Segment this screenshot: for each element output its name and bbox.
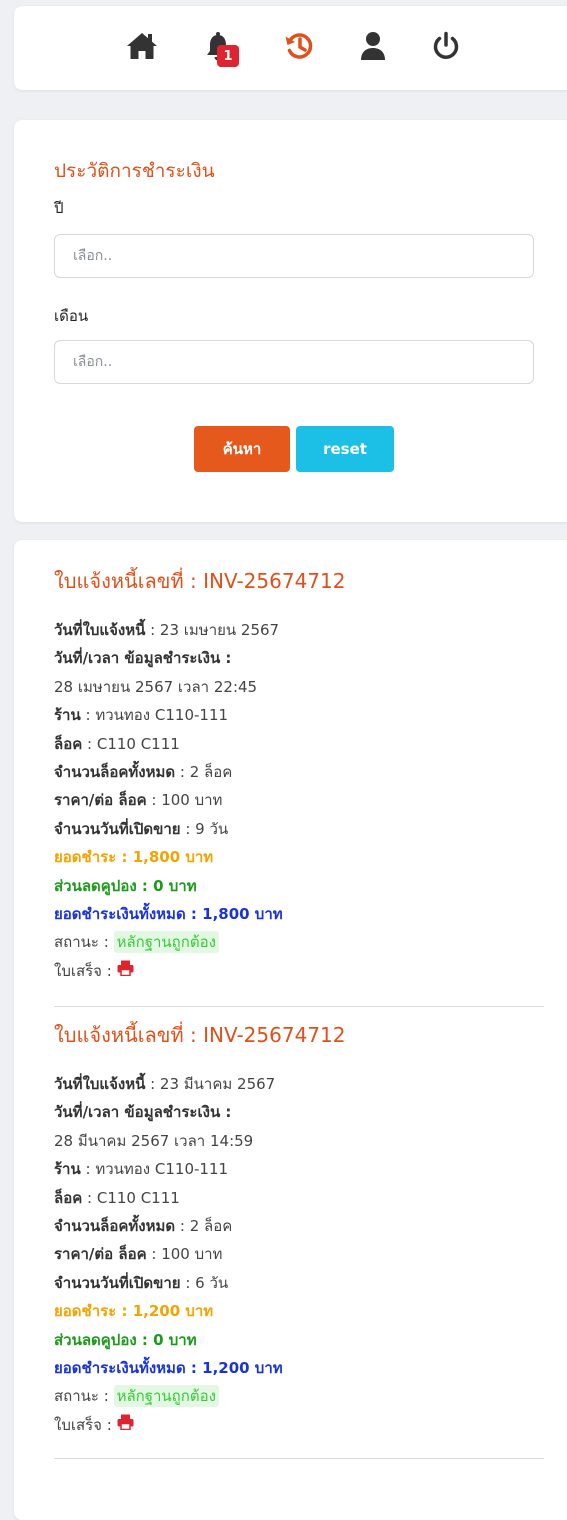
open-days-label: จำนวนวันที่เปิดขาย: [54, 1273, 181, 1292]
invoice-item: ใบแจ้งหนี้เลขที่ : INV-25674712 วันที่ใบ…: [54, 566, 544, 985]
month-select-placeholder: เลือก..: [73, 354, 113, 370]
price-value: : 100 บาท: [146, 791, 223, 810]
invoice-date-row: วันที่ใบแจ้งหนี้ : 23 มีนาคม 2567: [54, 1070, 544, 1098]
price-value: : 100 บาท: [146, 1245, 223, 1264]
total-paid: ยอดชำระเงินทั้งหมด : 1,800 บาท: [54, 904, 283, 923]
price-label: ราคา/ต่อ ล็อค: [54, 1245, 147, 1264]
shop-row: ร้าน : ทวนทอง C110-111: [54, 1155, 544, 1183]
open-days-label: จำนวนวันที่เปิดขาย: [54, 819, 181, 838]
history-icon[interactable]: [279, 26, 319, 66]
invoice-date-row: วันที่ใบแจ้งหนี้ : 23 เมษายน 2567: [54, 616, 544, 644]
lock-row: ล็อค : C110 C111: [54, 730, 544, 758]
printer-icon[interactable]: [117, 1411, 134, 1439]
invoice-divider: [54, 1006, 544, 1007]
status-label: สถานะ :: [54, 933, 114, 952]
reset-button[interactable]: reset: [296, 426, 394, 472]
open-days-row: จำนวนวันที่เปิดขาย : 6 วัน: [54, 1269, 544, 1297]
payment-history-form: ประวัติการชำระเงิน ปี เลือก.. เดือน เลือ…: [14, 120, 567, 522]
invoice-date-value: : 23 เมษายน 2567: [145, 621, 280, 639]
price-label: ราคา/ต่อ ล็อค: [54, 791, 147, 810]
year-label: ปี: [54, 199, 64, 217]
invoice-list: ใบแจ้งหนี้เลขที่ : INV-25674712 วันที่ใบ…: [14, 540, 567, 1520]
payment-datetime-value: 28 เมษายน 2567 เวลา 22:45: [54, 677, 258, 696]
year-select-placeholder: เลือก..: [73, 248, 113, 264]
open-days-value: : 6 วัน: [180, 1273, 229, 1292]
status-row: สถานะ : หลักฐานถูกต้อง: [54, 928, 544, 956]
payment-datetime-label-row: วันที่/เวลา ข้อมูลชำระเงิน :: [54, 1098, 544, 1126]
total-locks-row: จำนวนล็อคทั้งหมด : 2 ล็อค: [54, 1212, 544, 1240]
status-label: สถานะ :: [54, 1387, 114, 1406]
top-nav-bar: 1: [14, 6, 567, 90]
payment-datetime-label: วันที่/เวลา ข้อมูลชำระเงิน :: [54, 1103, 232, 1122]
notification-badge: 1: [217, 45, 239, 67]
status-row: สถานะ : หลักฐานถูกต้อง: [54, 1382, 544, 1410]
receipt-label: ใบเสร็จ :: [54, 961, 117, 980]
total-locks-value: : 2 ล็อค: [175, 1216, 233, 1235]
power-icon[interactable]: [426, 26, 466, 66]
amount-due: ยอดชำระ : 1,800 บาท: [54, 848, 214, 867]
shop-value: : ทวนทอง C110-111: [80, 1160, 229, 1179]
lock-value: : C110 C111: [82, 734, 180, 753]
status-badge: หลักฐานถูกต้อง: [113, 931, 219, 954]
total-locks-value: : 2 ล็อค: [175, 762, 233, 781]
lock-label: ล็อค: [54, 1188, 83, 1207]
total-locks-label: จำนวนล็อคทั้งหมด: [54, 762, 176, 781]
lock-value: : C110 C111: [82, 1188, 180, 1207]
printer-icon[interactable]: [117, 957, 134, 985]
lock-label: ล็อค: [54, 734, 83, 753]
receipt-row: ใบเสร็จ :: [54, 1411, 544, 1439]
price-row: ราคา/ต่อ ล็อค : 100 บาท: [54, 1240, 544, 1268]
lock-row: ล็อค : C110 C111: [54, 1184, 544, 1212]
total-locks-label: จำนวนล็อคทั้งหมด: [54, 1216, 176, 1235]
total-locks-row: จำนวนล็อคทั้งหมด : 2 ล็อค: [54, 758, 544, 786]
year-select[interactable]: เลือก..: [54, 234, 534, 278]
price-row: ราคา/ต่อ ล็อค : 100 บาท: [54, 786, 544, 814]
shop-label: ร้าน: [54, 706, 81, 725]
shop-value: : ทวนทอง C110-111: [80, 706, 229, 725]
payment-datetime-label-row: วันที่/เวลา ข้อมูลชำระเงิน :: [54, 644, 544, 672]
coupon-discount: ส่วนลดคูปอง : 0 บาท: [54, 1330, 197, 1349]
coupon-discount: ส่วนลดคูปอง : 0 บาท: [54, 876, 197, 895]
receipt-row: ใบเสร็จ :: [54, 957, 544, 985]
status-badge: หลักฐานถูกต้อง: [113, 1385, 219, 1408]
month-select[interactable]: เลือก..: [54, 340, 534, 384]
invoice-number: ใบแจ้งหนี้เลขที่ : INV-25674712: [54, 1023, 346, 1047]
invoice-number: ใบแจ้งหนี้เลขที่ : INV-25674712: [54, 569, 346, 593]
amount-due: ยอดชำระ : 1,200 บาท: [54, 1302, 214, 1321]
invoice-date-value: : 23 มีนาคม 2567: [145, 1075, 276, 1093]
payment-datetime-label: วันที่/เวลา ข้อมูลชำระเงิน :: [54, 649, 232, 668]
receipt-label: ใบเสร็จ :: [54, 1415, 117, 1434]
invoice-item: ใบแจ้งหนี้เลขที่ : INV-25674712 วันที่ใบ…: [54, 1020, 544, 1439]
invoice-divider: [54, 1458, 544, 1459]
invoice-date-label: วันที่ใบแจ้งหนี้: [54, 621, 146, 639]
open-days-row: จำนวนวันที่เปิดขาย : 9 วัน: [54, 815, 544, 843]
bell-icon[interactable]: 1: [198, 26, 239, 67]
shop-label: ร้าน: [54, 1160, 81, 1179]
user-icon[interactable]: [353, 26, 393, 66]
search-button[interactable]: ค้นหา: [194, 426, 290, 472]
form-title: ประวัติการชำระเงิน: [54, 160, 215, 182]
open-days-value: : 9 วัน: [180, 819, 229, 838]
total-paid: ยอดชำระเงินทั้งหมด : 1,200 บาท: [54, 1358, 283, 1377]
home-icon[interactable]: [122, 26, 162, 66]
shop-row: ร้าน : ทวนทอง C110-111: [54, 701, 544, 729]
invoice-date-label: วันที่ใบแจ้งหนี้: [54, 1075, 146, 1093]
month-label: เดือน: [54, 307, 89, 325]
payment-datetime-value: 28 มีนาคม 2567 เวลา 14:59: [54, 1131, 254, 1150]
